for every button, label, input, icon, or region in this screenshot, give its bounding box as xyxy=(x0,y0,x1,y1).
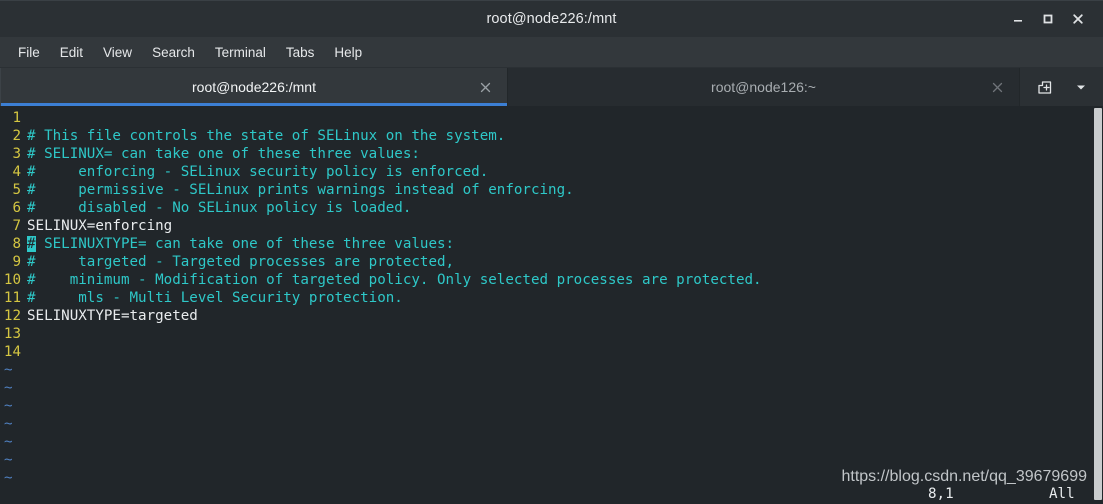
line-number: 1 xyxy=(12,110,21,126)
editor-line: 8 # SELINUXTYPE= can take one of these th… xyxy=(0,235,1092,253)
tilde-marker: ~ xyxy=(4,380,13,396)
menu-item-view[interactable]: View xyxy=(93,41,142,64)
minimize-button[interactable] xyxy=(1003,4,1033,34)
tilde-marker: ~ xyxy=(4,398,13,414)
terminal-scrollbar[interactable] xyxy=(1092,106,1103,504)
empty-line-row: ~ xyxy=(0,433,1092,451)
empty-line-row: ~ xyxy=(0,379,1092,397)
line-text: # targeted - Targeted processes are prot… xyxy=(27,254,455,270)
menu-item-tabs[interactable]: Tabs xyxy=(276,41,325,64)
line-number: 11 xyxy=(3,290,21,306)
line-number: 12 xyxy=(3,308,21,324)
line-number: 8 xyxy=(12,236,21,252)
editor-line: 9 # targeted - Targeted processes are pro… xyxy=(0,253,1092,271)
line-number: 14 xyxy=(3,344,21,360)
line-text: # enforcing - SELinux security policy is… xyxy=(27,164,489,180)
line-number: 6 xyxy=(12,200,21,216)
line-text: # permissive - SELinux prints warnings i… xyxy=(27,182,574,198)
line-number: 13 xyxy=(3,326,21,342)
vim-lines: 1 2 # This file controls the state of SELi… xyxy=(0,109,1092,361)
text-cursor: # xyxy=(27,236,36,252)
line-text: # minimum - Modification of targeted pol… xyxy=(27,272,762,288)
editor-line: 2 # This file controls the state of SELin… xyxy=(0,127,1092,145)
tab-bar: root@node226:/mnt root@node126:~ xyxy=(0,68,1103,106)
tab-close-icon[interactable] xyxy=(477,79,493,95)
editor-line: 10 # minimum - Modification of targeted p… xyxy=(0,271,1092,289)
line-number: 3 xyxy=(12,146,21,162)
editor-line: 11 # mls - Multi Level Security protectio… xyxy=(0,289,1092,307)
line-number: 7 xyxy=(12,218,21,234)
tab-bar-actions xyxy=(1031,68,1103,106)
tab-label: root@node226:/mnt xyxy=(192,79,316,95)
editor-line: 4 # enforcing - SELinux security policy i… xyxy=(0,163,1092,181)
line-number: 9 xyxy=(12,254,21,270)
menu-item-search[interactable]: Search xyxy=(142,41,205,64)
empty-line-row: ~ xyxy=(0,415,1092,433)
scrollbar-thumb[interactable] xyxy=(1094,108,1102,500)
editor-line: 1 xyxy=(0,109,1092,127)
line-text: # SELINUXTYPE= can take one of these thr… xyxy=(27,236,455,252)
menu-item-terminal[interactable]: Terminal xyxy=(205,41,276,64)
tilde-marker: ~ xyxy=(4,452,13,468)
vim-status-line: 8,1 All xyxy=(0,484,1092,504)
line-number: 2 xyxy=(12,128,21,144)
line-number: 5 xyxy=(12,182,21,198)
line-text: # This file controls the state of SELinu… xyxy=(27,128,506,144)
tilde-marker: ~ xyxy=(4,416,13,432)
editor-line: 14 xyxy=(0,343,1092,361)
line-number: 4 xyxy=(12,164,21,180)
terminal-window: root@node226:/mnt File Edit View Search … xyxy=(0,0,1103,504)
empty-line-row: ~ xyxy=(0,451,1092,469)
tab-close-icon[interactable] xyxy=(989,79,1005,95)
empty-line-row: ~ xyxy=(0,361,1092,379)
line-text: # mls - Multi Level Security protection. xyxy=(27,290,403,306)
menu-item-edit[interactable]: Edit xyxy=(50,41,93,64)
vim-empty-lines: ~ ~ ~ ~ ~ ~ ~ xyxy=(0,361,1092,487)
line-text: SELINUX=enforcing xyxy=(27,218,173,234)
title-bar: root@node226:/mnt xyxy=(0,0,1103,37)
chevron-down-icon[interactable] xyxy=(1067,73,1095,101)
editor-line: 3 # SELINUX= can take one of these three … xyxy=(0,145,1092,163)
editor-line: 12 SELINUXTYPE=targeted xyxy=(0,307,1092,325)
menu-item-file[interactable]: File xyxy=(8,41,50,64)
window-title: root@node226:/mnt xyxy=(486,11,617,27)
menu-item-help[interactable]: Help xyxy=(324,41,372,64)
vim-buffer: 1 2 # This file controls the state of SELi… xyxy=(0,106,1092,504)
tilde-marker: ~ xyxy=(4,434,13,450)
line-number: 10 xyxy=(3,272,21,288)
terminal-body[interactable]: 1 2 # This file controls the state of SELi… xyxy=(0,106,1103,504)
close-button[interactable] xyxy=(1063,4,1093,34)
tilde-marker: ~ xyxy=(4,362,13,378)
maximize-button[interactable] xyxy=(1033,4,1063,34)
cursor-position: 8,1 xyxy=(928,486,954,502)
tab-root-node226-mnt[interactable]: root@node226:/mnt xyxy=(0,68,508,106)
tab-root-node126-home[interactable]: root@node126:~ xyxy=(508,68,1020,106)
editor-line: 7 SELINUX=enforcing xyxy=(0,217,1092,235)
line-text: # disabled - No SELinux policy is loaded… xyxy=(27,200,412,216)
new-tab-icon[interactable] xyxy=(1031,73,1059,101)
line-text: # SELINUX= can take one of these three v… xyxy=(27,146,420,162)
menu-bar: File Edit View Search Terminal Tabs Help xyxy=(0,37,1103,68)
editor-line: 5 # permissive - SELinux prints warnings … xyxy=(0,181,1092,199)
empty-line-row: ~ xyxy=(0,397,1092,415)
editor-line: 6 # disabled - No SELinux policy is loade… xyxy=(0,199,1092,217)
scroll-indicator: All xyxy=(1049,486,1075,502)
window-controls xyxy=(1003,1,1103,37)
line-text: SELINUXTYPE=targeted xyxy=(27,308,198,324)
editor-line: 13 xyxy=(0,325,1092,343)
tab-label: root@node126:~ xyxy=(711,79,816,95)
